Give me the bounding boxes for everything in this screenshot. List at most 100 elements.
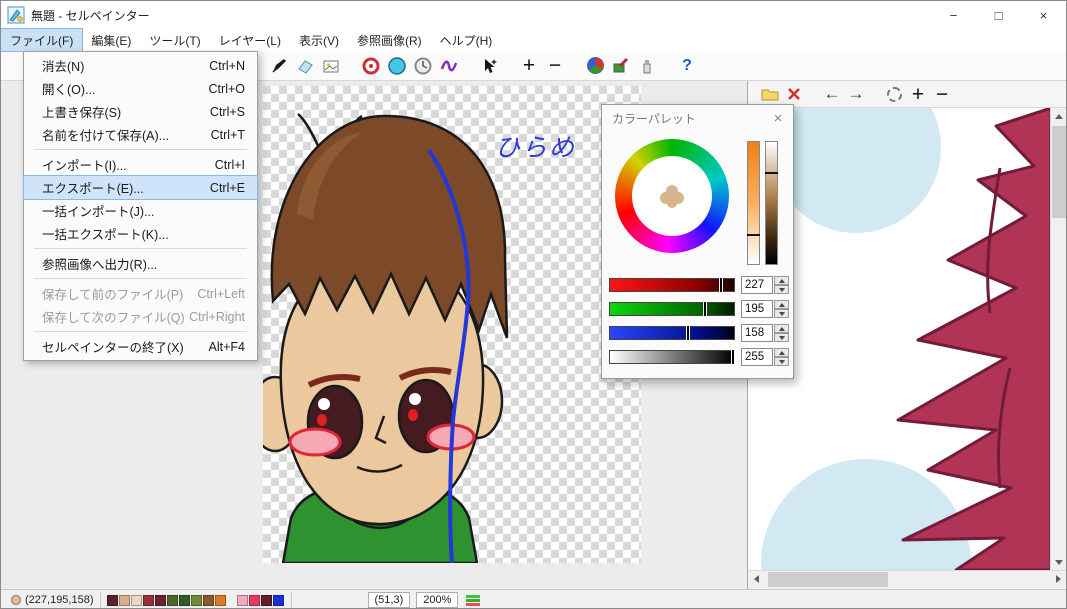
folder-icon: [761, 89, 779, 101]
red-dial-icon: [362, 57, 380, 74]
horizontal-scrollbar-thumb[interactable]: [768, 572, 888, 587]
plus-icon: +: [522, 54, 536, 77]
previous-reference-button[interactable]: ←: [820, 82, 844, 106]
zoom-in-button[interactable]: +: [516, 54, 542, 78]
scroll-up-button[interactable]: [1051, 108, 1066, 124]
vertical-scrollbar-thumb[interactable]: [1052, 126, 1066, 218]
menu-item-save-next-file: 保存して次のファイル(Q) Ctrl+Right: [42, 309, 245, 326]
reference-zoom-out-button[interactable]: −: [930, 82, 954, 106]
green-value-field[interactable]: 195: [741, 300, 773, 318]
palette-close-button[interactable]: ×: [763, 110, 793, 127]
statusbar: (227,195,158) (51,3) 200%: [1, 589, 1066, 608]
color-swatch[interactable]: [202, 594, 214, 606]
gray-dial-tool-button[interactable]: [410, 54, 436, 78]
hand-tool-button[interactable]: [476, 54, 502, 78]
file-dropdown-menu: 消去(N) Ctrl+N 開く(O)... Ctrl+O 上書き保存(S) Ctrl+…: [23, 51, 258, 361]
red-value-field[interactable]: 227: [741, 276, 773, 294]
menu-item-open[interactable]: 開く(O)... Ctrl+O: [24, 77, 257, 100]
color-swatch[interactable]: [214, 594, 226, 606]
open-reference-button[interactable]: [758, 82, 782, 106]
color-swatch[interactable]: [154, 594, 166, 606]
menu-tools[interactable]: ツール(T): [140, 29, 209, 51]
menu-item-save[interactable]: 上書き保存(S) Ctrl+S: [24, 100, 257, 123]
gray-spin-down-button[interactable]: [774, 357, 789, 366]
color-swatch[interactable]: [260, 594, 272, 606]
menu-item-export[interactable]: エクスポート(E)... Ctrl+E: [23, 175, 258, 200]
color-wheel-button[interactable]: [582, 54, 608, 78]
menu-item-save-as[interactable]: 名前を付けて保存(A)... Ctrl+T: [24, 123, 257, 146]
red-slider[interactable]: [609, 277, 735, 293]
menu-reference[interactable]: 参照画像(R): [348, 29, 431, 51]
wave-tool-button[interactable]: [436, 54, 462, 78]
minimize-button[interactable]: −: [931, 1, 976, 29]
red-spin-down-button[interactable]: [774, 285, 789, 294]
horizontal-scrollbar[interactable]: [748, 570, 1066, 587]
eraser-icon: [298, 59, 313, 74]
menu-item-batch-export[interactable]: 一括エクスポート(K)...: [24, 222, 257, 245]
scroll-left-button[interactable]: [748, 571, 764, 587]
cursor-coordinates: (51,3): [367, 592, 411, 608]
menu-item-clear[interactable]: 消去(N) Ctrl+N: [24, 54, 257, 77]
red-spin-up-button[interactable]: [774, 276, 789, 285]
hue-wheel[interactable]: [615, 139, 729, 253]
bottle-tool-button[interactable]: [634, 54, 660, 78]
gray-slider[interactable]: [609, 349, 735, 365]
close-button[interactable]: ×: [1021, 1, 1066, 29]
value-bar[interactable]: [765, 141, 778, 265]
gray-spin-up-button[interactable]: [774, 348, 789, 357]
help-button[interactable]: ?: [674, 54, 700, 78]
menu-item-exit[interactable]: セルペインターの終了(X) Alt+F4: [24, 335, 257, 358]
reference-zoom-in-button[interactable]: +: [906, 82, 930, 106]
vertical-scrollbar[interactable]: [1050, 108, 1066, 570]
color-swatch[interactable]: [190, 594, 202, 606]
color-swatch[interactable]: [130, 594, 142, 606]
saturation-bar[interactable]: [747, 141, 760, 265]
menu-layer[interactable]: レイヤー(L): [210, 29, 290, 51]
blue-slider[interactable]: [609, 325, 735, 341]
image-tool-button[interactable]: [318, 54, 344, 78]
scroll-right-button[interactable]: [1050, 571, 1066, 587]
green-slider[interactable]: [609, 301, 735, 317]
gray-value-field[interactable]: 255: [741, 348, 773, 366]
zoom-out-button[interactable]: −: [542, 54, 568, 78]
next-reference-button[interactable]: →: [844, 82, 868, 106]
image-icon: [323, 60, 339, 72]
reference-image-view[interactable]: [748, 108, 1066, 570]
red-dial-tool-button[interactable]: [358, 54, 384, 78]
menu-item-batch-import[interactable]: 一括インポート(J)...: [24, 199, 257, 222]
color-swatch[interactable]: [178, 594, 190, 606]
green-spin-down-button[interactable]: [774, 309, 789, 318]
color-swatch[interactable]: [106, 594, 118, 606]
menu-separator: [34, 248, 247, 249]
menu-file[interactable]: ファイル(F): [1, 28, 84, 52]
zoom-level-box[interactable]: 200%: [416, 592, 459, 608]
color-swatch[interactable]: [248, 594, 260, 606]
eraser-tool-button[interactable]: [292, 54, 318, 78]
menu-help[interactable]: ヘルプ(H): [431, 29, 502, 51]
color-swatch[interactable]: [142, 594, 154, 606]
color-swatch[interactable]: [118, 594, 130, 606]
drawing-canvas[interactable]: ひらめ: [263, 86, 641, 563]
color-swatch[interactable]: [272, 594, 284, 606]
blue-value-field[interactable]: 158: [741, 324, 773, 342]
menu-item-output-to-reference[interactable]: 参照画像へ出力(R)...: [24, 252, 257, 275]
pen-tool-button[interactable]: [266, 54, 292, 78]
remove-reference-button[interactable]: [782, 82, 806, 106]
menu-view[interactable]: 表示(V): [290, 29, 348, 51]
app-window: 無題 - セルペインター − □ × ファイル(F) 編集(E) ツール(T) …: [0, 0, 1067, 609]
menu-separator: [34, 149, 247, 150]
color-swatch[interactable]: [236, 594, 248, 606]
cyan-circle-tool-button[interactable]: [384, 54, 410, 78]
maximize-button[interactable]: □: [976, 1, 1021, 29]
rotate-reference-button[interactable]: [882, 82, 906, 106]
menu-edit[interactable]: 編集(E): [82, 29, 140, 51]
blue-spin-down-button[interactable]: [774, 333, 789, 342]
palette-titlebar[interactable]: カラーパレット ×: [602, 105, 793, 131]
saturation-marker: [747, 234, 760, 236]
blue-spin-up-button[interactable]: [774, 324, 789, 333]
scroll-down-button[interactable]: [1051, 554, 1066, 570]
paint-tool-button[interactable]: [608, 54, 634, 78]
menu-item-import[interactable]: インポート(I)... Ctrl+I: [24, 153, 257, 176]
color-swatch[interactable]: [166, 594, 178, 606]
green-spin-up-button[interactable]: [774, 300, 789, 309]
